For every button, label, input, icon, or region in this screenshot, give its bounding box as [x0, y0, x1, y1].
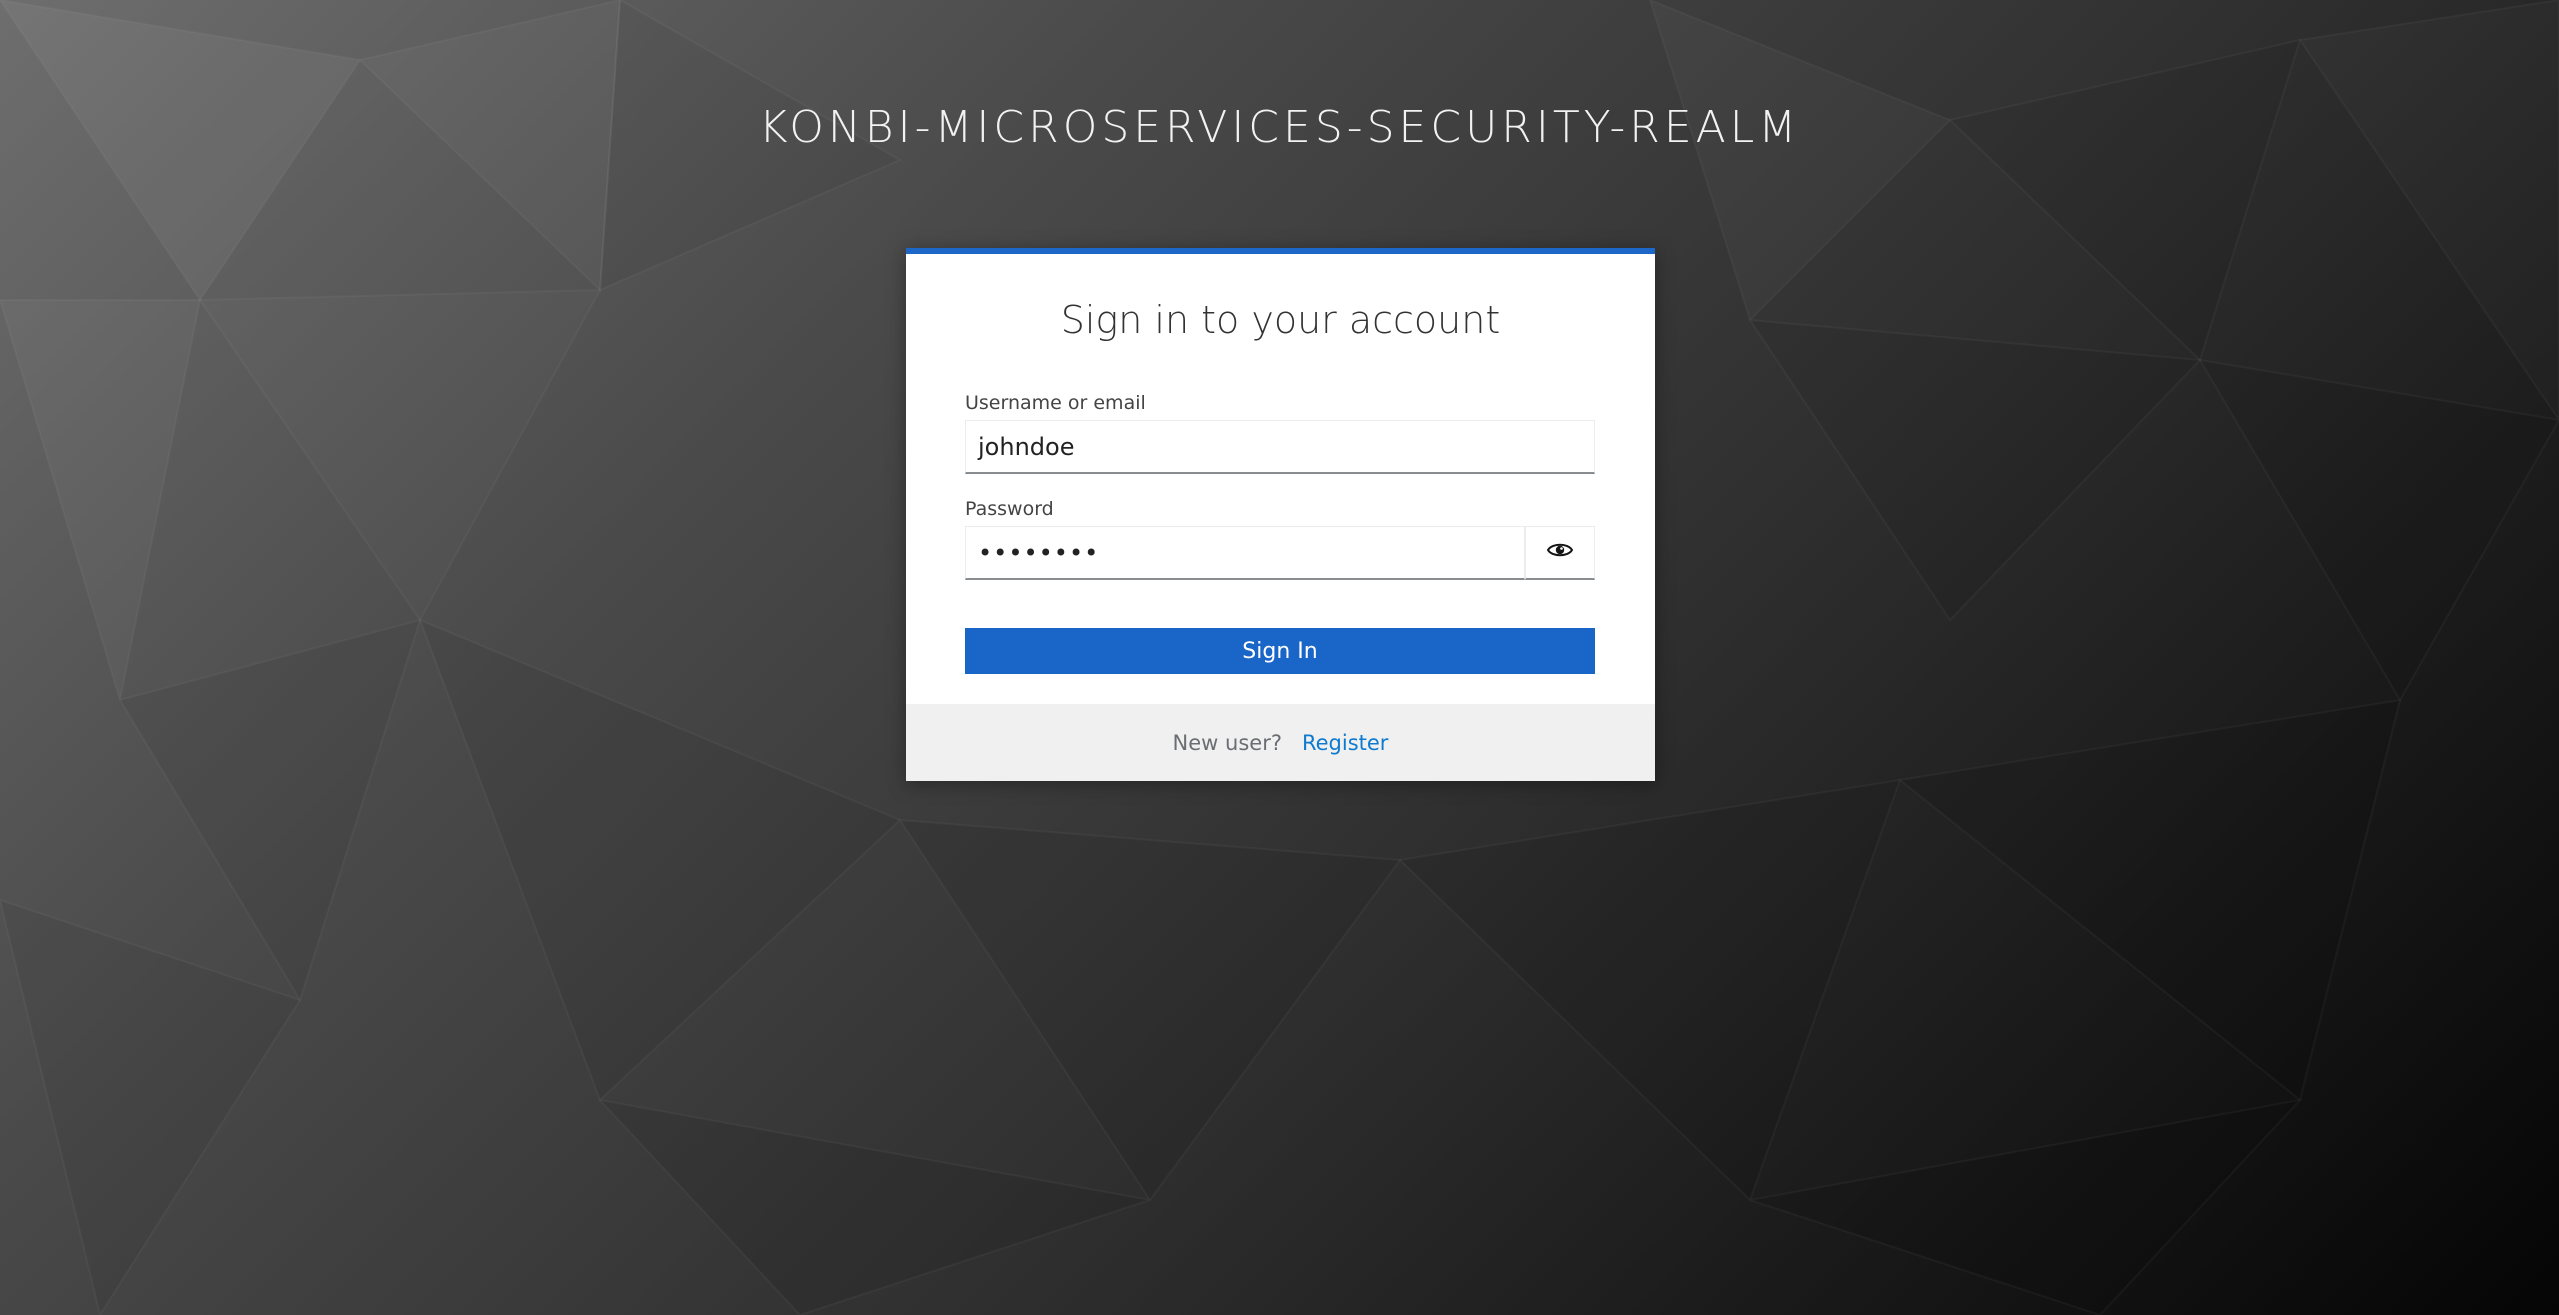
username-value: johndoe	[978, 432, 1075, 461]
password-value: ••••••••	[978, 538, 1100, 567]
login-heading: Sign in to your account	[1060, 298, 1501, 342]
realm-title: KONBI-MICROSERVICES-SECURITY-REALM	[758, 102, 1801, 153]
username-input[interactable]: johndoe	[965, 420, 1595, 474]
register-link[interactable]: Register	[1302, 731, 1388, 755]
sign-in-button[interactable]: Sign In	[965, 628, 1595, 674]
password-input[interactable]: ••••••••	[965, 526, 1525, 580]
eye-icon	[1546, 541, 1574, 564]
show-password-button[interactable]	[1525, 526, 1595, 580]
new-user-prompt: New user?	[1172, 730, 1282, 755]
login-card: Sign in to your account Username or emai…	[906, 248, 1655, 781]
username-label: Username or email	[965, 392, 1146, 414]
password-label: Password	[965, 498, 1054, 520]
card-footer: New user? Register	[906, 704, 1655, 781]
